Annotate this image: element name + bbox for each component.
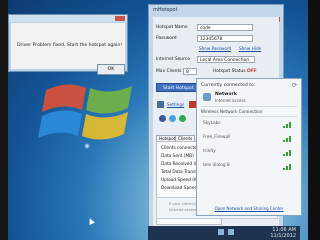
ok-button[interactable]: OK xyxy=(97,64,125,75)
wifi-network-name: Free_Firewall xyxy=(203,135,231,140)
wireless-section-label: Wireless Network Connection xyxy=(201,109,263,114)
facebook-icon[interactable] xyxy=(159,115,166,122)
stat-row: Data Sent (MB) xyxy=(161,154,194,159)
windows-logo xyxy=(38,84,132,140)
divider xyxy=(201,106,297,107)
close-icon[interactable] xyxy=(115,16,125,21)
stat-row: Clients connected xyxy=(161,146,200,151)
settings-link[interactable]: Settings xyxy=(167,102,184,107)
volume-icon[interactable] xyxy=(228,229,234,235)
signal-icon xyxy=(283,149,293,156)
show-password-link[interactable]: Show Password xyxy=(199,46,231,51)
twitter-icon[interactable] xyxy=(169,115,176,122)
dialog-titlebar xyxy=(9,15,127,22)
network-tray-icon[interactable] xyxy=(218,229,224,235)
window-controls xyxy=(256,7,280,22)
help-icon[interactable] xyxy=(189,101,196,108)
internet-source-label: Internet Source xyxy=(156,57,190,62)
password-label: Password xyxy=(156,36,177,41)
show-hide-link[interactable]: Show Hide xyxy=(239,46,261,51)
sparkle xyxy=(84,143,90,149)
wifi-network-name: tele dialog 8 xyxy=(203,163,230,168)
hotspot-status-label: Hotspot Status : xyxy=(213,69,249,74)
dialog-message: Driver Problem fixed. Start the hotspot … xyxy=(17,43,123,48)
wifi-network-item[interactable]: tele dialog 8 xyxy=(203,163,295,171)
divider xyxy=(201,116,297,117)
wifi-network-item[interactable]: Free_Firewall xyxy=(203,135,295,143)
flyout-header: Currently connected to: xyxy=(201,83,256,88)
password-input[interactable]: 12345678 xyxy=(197,35,253,42)
clock-date: 11/1/2012 xyxy=(270,233,296,239)
tray-clock[interactable]: 11:06 AM 11/1/2012 xyxy=(270,227,296,239)
wifi-network-item[interactable]: trinity xyxy=(203,149,295,157)
wifi-network-name: trinity xyxy=(203,149,216,154)
signal-icon xyxy=(283,121,293,128)
refresh-icon[interactable]: ⟳ xyxy=(292,82,297,89)
wifi-network-name: SkyLabs xyxy=(203,121,221,126)
network-status: Internet access xyxy=(215,98,246,103)
network-sharing-center-link[interactable]: Open Network and Sharing Center xyxy=(197,206,301,211)
network-flyout: Currently connected to: ⟳ Network Intern… xyxy=(196,78,302,216)
mouse-cursor xyxy=(87,217,95,225)
hotspot-status-value: OFF xyxy=(247,69,257,74)
web-icon[interactable] xyxy=(179,115,186,122)
wifi-network-item[interactable]: SkyLabs xyxy=(203,121,295,129)
taskbar: 11:06 AM 11/1/2012 xyxy=(148,226,300,240)
max-clients-select[interactable]: 8 xyxy=(183,68,197,75)
hotspot-name-label: Hotspot Name xyxy=(156,25,188,30)
max-clients-label: Max Clients xyxy=(156,69,182,74)
signal-icon xyxy=(283,135,293,142)
internet-source-select[interactable]: Local Area Connection xyxy=(197,56,255,63)
network-name: Network xyxy=(215,92,237,97)
dialog-body: Driver Problem fixed. Start the hotspot … xyxy=(11,23,125,75)
error-dialog: Driver Problem fixed. Start the hotspot … xyxy=(8,14,128,75)
app-title: mHotspot xyxy=(153,7,178,13)
signal-icon xyxy=(283,163,293,170)
settings-icon[interactable] xyxy=(157,101,164,108)
hotspot-name-input[interactable]: code xyxy=(197,24,253,31)
network-icon xyxy=(203,93,211,101)
